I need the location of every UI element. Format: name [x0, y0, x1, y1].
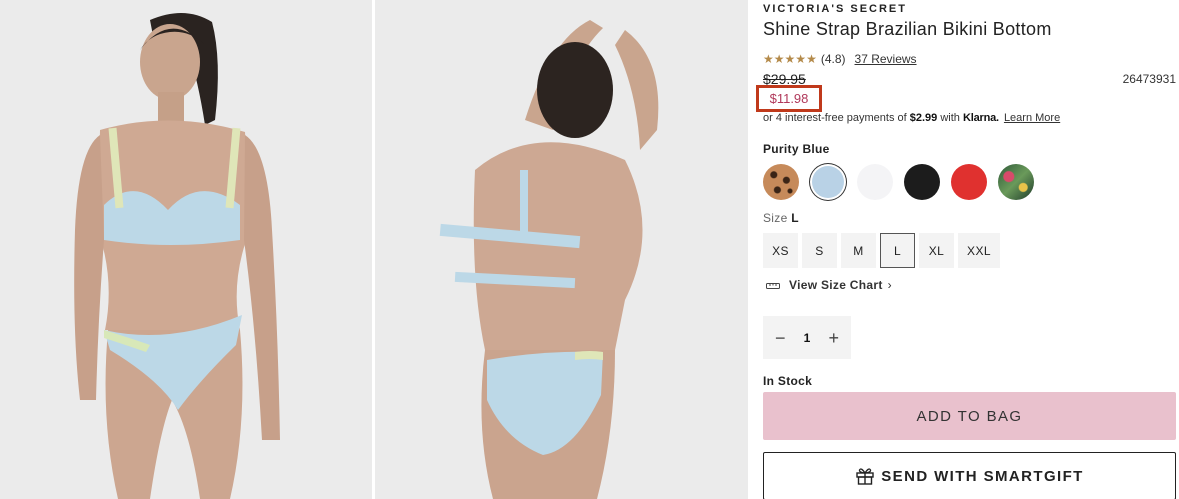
klarna-with: with: [940, 112, 960, 124]
stock-status: In Stock: [763, 374, 813, 388]
swatch-tropical-print[interactable]: [998, 164, 1034, 200]
size-chart-label: View Size Chart: [789, 278, 883, 292]
product-image-back[interactable]: [375, 0, 748, 499]
sale-price-highlight: $11.98: [756, 85, 822, 112]
rating-row: ★ ★ ★ ★ ★ (4.8) 37 Reviews: [763, 52, 917, 66]
send-with-smartgift-button[interactable]: SEND WITH SMARTGIFT: [763, 452, 1176, 499]
size-label-text: Size: [763, 211, 788, 225]
size-label: Size L: [763, 211, 799, 225]
star-icon: ★: [763, 52, 774, 66]
rating-stars: ★ ★ ★ ★ ★: [763, 53, 817, 65]
klarna-payment-info: or 4 interest-free payments of $2.99 wit…: [763, 112, 1060, 124]
smartgift-label: SEND WITH SMARTGIFT: [881, 467, 1084, 485]
chevron-right-icon: ›: [887, 278, 892, 292]
star-icon: ★: [795, 52, 807, 66]
selected-color-name: Purity Blue: [763, 142, 830, 156]
sale-price: $11.98: [769, 91, 809, 106]
add-to-bag-label: ADD TO BAG: [916, 407, 1023, 425]
klarna-logo: Klarna.: [962, 112, 999, 124]
gift-icon: [856, 468, 874, 485]
star-icon: ★: [784, 52, 796, 66]
size-option-s[interactable]: S: [802, 233, 837, 268]
swatch-red[interactable]: [951, 164, 987, 200]
star-icon: ★: [773, 52, 785, 66]
size-option-xl[interactable]: XL: [919, 233, 954, 268]
quantity-value: 1: [803, 330, 811, 345]
swatch-leopard[interactable]: [763, 164, 799, 200]
product-title: Shine Strap Brazilian Bikini Bottom: [763, 19, 1052, 39]
ruler-icon: [766, 282, 780, 289]
color-swatches: [763, 164, 1045, 200]
size-option-xxl[interactable]: XXL: [958, 233, 1000, 268]
brand-name: VICTORIA'S SECRET: [763, 3, 907, 15]
reviews-link[interactable]: 37 Reviews: [855, 52, 917, 66]
quantity-increase-button[interactable]: +: [828, 329, 839, 347]
product-sku: 26473931: [1122, 72, 1176, 86]
size-options: XS S M L XL XXL: [763, 233, 1004, 268]
learn-more-link[interactable]: Learn More: [1004, 112, 1060, 124]
size-option-xs[interactable]: XS: [763, 233, 798, 268]
swatch-white[interactable]: [857, 164, 893, 200]
size-option-l[interactable]: L: [880, 233, 915, 268]
quantity-stepper: − 1 +: [763, 316, 851, 359]
quantity-decrease-button[interactable]: −: [775, 329, 786, 347]
size-selected-value: L: [791, 211, 799, 225]
swatch-purity-blue[interactable]: [812, 166, 844, 198]
klarna-amount: $2.99: [909, 112, 938, 124]
swatch-black[interactable]: [904, 164, 940, 200]
rating-value: (4.8): [820, 52, 846, 66]
size-option-m[interactable]: M: [841, 233, 876, 268]
size-chart-link[interactable]: View Size Chart ›: [766, 278, 892, 292]
product-image-front[interactable]: [0, 0, 372, 499]
klarna-prefix: or 4 interest-free payments of: [763, 112, 907, 124]
add-to-bag-button[interactable]: ADD TO BAG: [763, 392, 1176, 440]
star-icon: ★: [806, 52, 817, 66]
